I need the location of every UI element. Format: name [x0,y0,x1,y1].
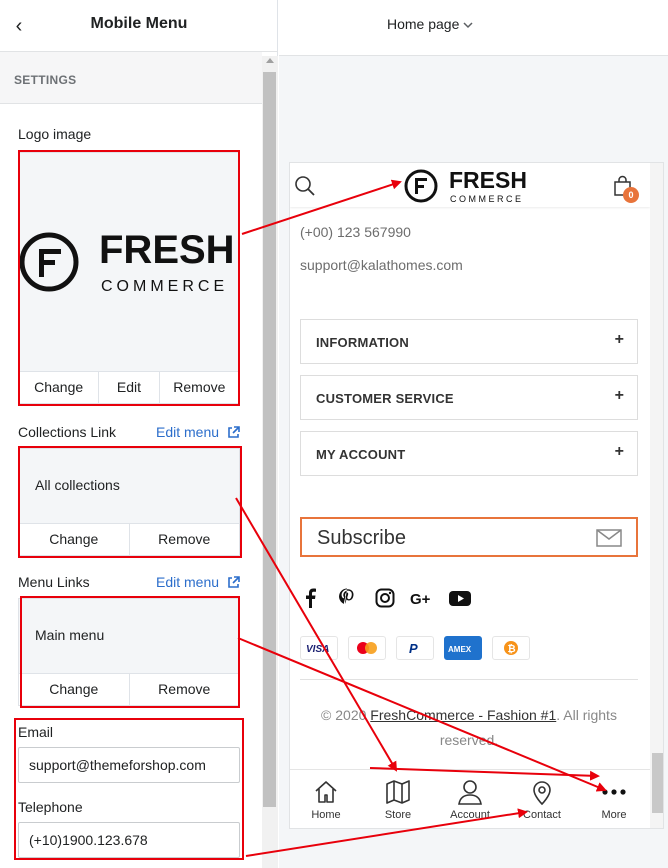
plus-icon: + [614,331,624,348]
accordion-title: MY ACCOUNT [316,447,406,462]
collections-link-label: Collections Link [18,424,117,440]
collections-change-button[interactable]: Change [19,524,130,555]
logo-image-card[interactable]: FRESH COMMERCE Change Edit Remove [18,152,240,404]
external-link-icon[interactable] [227,576,240,589]
page-selector-label: Home page [387,16,460,32]
collections-edit-menu-link[interactable]: Edit menu [156,424,219,440]
menu-links-actions: Change Remove [19,673,239,705]
preview-scrollbar[interactable] [650,163,663,828]
logo-actions: Change Edit Remove [19,371,239,403]
collections-actions: Change Remove [19,523,239,555]
cart-count-badge: 0 [623,187,639,203]
menu-links-remove-button[interactable]: Remove [130,674,240,705]
home-icon [315,781,337,803]
svg-text:AMEX: AMEX [448,645,472,654]
collections-link-card[interactable]: All collections Change Remove [18,448,240,556]
nav-label: Store [384,809,412,821]
nav-contact[interactable]: Contact [506,770,578,828]
telephone-label: Telephone [18,799,83,815]
subscribe-input[interactable]: Subscribe [300,517,638,557]
scroll-up-arrow-icon[interactable] [266,58,274,63]
nav-label: Contact [523,809,561,821]
panel-header: ‹ Mobile Menu [0,0,278,52]
more-dots-icon [602,789,626,795]
logo-change-button[interactable]: Change [19,372,100,403]
svg-text:G+: G+ [410,591,431,608]
chevron-down-icon [463,16,473,32]
nav-more[interactable]: More [578,770,650,828]
preview-scroll-thumb[interactable] [652,753,663,813]
collections-link-value: All collections [35,477,120,493]
plus-icon: + [614,387,624,404]
bottom-navigation: Home Store Account Contact More [290,769,650,828]
preview-header: Home page [279,0,668,56]
svg-text:FRESH: FRESH [449,167,527,193]
logo-remove-button[interactable]: Remove [160,372,239,403]
amex-icon: AMEX [444,636,482,660]
copyright-text: © 2020 FreshCommerce - Fashion #1. All r… [321,707,617,748]
settings-label: SETTINGS [14,73,77,87]
email-field[interactable]: support@themeforshop.com [18,747,240,783]
svg-text:₿: ₿ [508,643,516,655]
nav-home[interactable]: Home [290,770,362,828]
panel-scrollbar[interactable] [262,56,278,868]
telephone-field[interactable]: (+10)1900.123.678 [18,822,240,858]
mobile-preview: FRESH COMMERCE 0 (+00) 123 567990 suppor… [289,162,664,829]
preview-phone[interactable]: (+00) 123 567990 [300,224,411,240]
panel-title: Mobile Menu [90,15,188,32]
nav-store[interactable]: Store [362,770,434,828]
page-selector[interactable]: Home page [387,16,473,32]
paypal-icon: P [396,636,434,660]
collections-remove-button[interactable]: Remove [130,524,240,555]
accordion-title: INFORMATION [316,335,409,350]
instagram-icon[interactable] [374,587,396,609]
user-icon [458,780,482,805]
google-plus-icon[interactable]: G+ [410,587,434,609]
search-icon[interactable] [294,175,316,197]
preview-logo[interactable]: FRESH COMMERCE [404,166,536,206]
plus-icon: + [614,443,624,460]
footer-divider [300,679,638,680]
logo-edit-button[interactable]: Edit [99,372,160,403]
preview-topbar: FRESH COMMERCE 0 [290,163,650,207]
email-label: Email [18,724,54,740]
nav-label: Home [311,809,341,821]
subscribe-placeholder: Subscribe [317,527,406,549]
svg-text:COMMERCE: COMMERCE [101,278,228,295]
preview-email[interactable]: support@kalathomes.com [300,257,463,273]
nav-account[interactable]: Account [434,770,506,828]
menu-links-edit-menu-link[interactable]: Edit menu [156,574,219,590]
mail-icon[interactable] [596,529,622,547]
brand-link[interactable]: FreshCommerce - Fashion #1 [370,707,556,723]
accordion-information[interactable]: INFORMATION + [300,319,638,364]
svg-text:P: P [409,641,418,656]
accordion-title: CUSTOMER SERVICE [316,391,454,406]
panel-scroll-thumb[interactable] [263,72,276,807]
facebook-icon[interactable] [300,587,322,609]
nav-label: More [601,809,627,821]
mastercard-icon [348,636,386,660]
visa-card-icon: VISA [300,636,338,660]
settings-section-header: SETTINGS [0,52,262,104]
accordion-customer-service[interactable]: CUSTOMER SERVICE + [300,375,638,420]
menu-links-change-button[interactable]: Change [19,674,130,705]
pinterest-icon[interactable] [336,587,358,609]
settings-panel: ‹ Mobile Menu SETTINGS Logo image FRESH … [0,0,278,868]
accordion-my-account[interactable]: MY ACCOUNT + [300,431,638,476]
menu-links-card[interactable]: Main menu Change Remove [18,598,240,706]
menu-links-label: Menu Links [18,574,90,590]
svg-text:VISA: VISA [306,644,329,655]
map-icon [386,780,410,804]
youtube-icon[interactable] [448,587,472,609]
svg-text:COMMERCE: COMMERCE [450,194,524,204]
location-pin-icon [533,781,551,806]
fresh-commerce-logo: FRESH COMMERCE [19,229,235,295]
external-link-icon[interactable] [227,426,240,439]
bitcoin-icon: ₿ [492,636,530,660]
nav-label: Account [450,809,490,821]
svg-text:FRESH: FRESH [99,229,235,272]
logo-image-label: Logo image [18,126,92,142]
menu-links-value: Main menu [35,627,105,643]
